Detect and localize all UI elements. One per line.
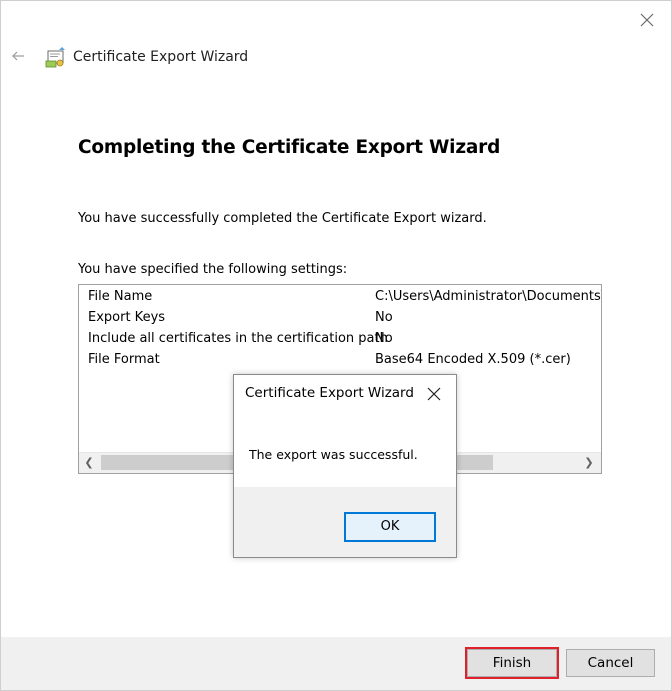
export-success-dialog: Certificate Export Wizard The export was… (233, 374, 457, 558)
completed-message: You have successfully completed the Cert… (78, 211, 487, 226)
certificate-icon (45, 47, 65, 68)
settings-row-file-name: File Name C:\Users\Administrator\Documen… (79, 287, 601, 307)
dialog-message: The export was successful. (249, 447, 418, 462)
dialog-footer: OK (234, 487, 456, 557)
setting-key: Include all certificates in the certific… (88, 331, 388, 346)
close-icon[interactable] (637, 10, 657, 30)
chevron-left-icon[interactable]: ❮ (79, 453, 99, 473)
page-heading: Completing the Certificate Export Wizard (78, 137, 501, 158)
back-arrow-icon[interactable] (11, 49, 27, 63)
setting-key: Export Keys (88, 310, 166, 325)
setting-value: C:\Users\Administrator\Documents\m (375, 289, 602, 304)
setting-key: File Format (88, 352, 160, 367)
dialog-title: Certificate Export Wizard (245, 385, 414, 401)
settings-row-include-certs: Include all certificates in the certific… (79, 329, 601, 349)
settings-row-file-format: File Format Base64 Encoded X.509 (*.cer) (79, 350, 601, 370)
chevron-right-icon[interactable]: ❯ (579, 453, 599, 473)
cancel-button[interactable]: Cancel (566, 649, 655, 677)
ok-button[interactable]: OK (344, 512, 436, 542)
finish-button[interactable]: Finish (465, 647, 559, 679)
settings-row-export-keys: Export Keys No (79, 308, 601, 328)
close-icon[interactable] (426, 386, 442, 402)
wizard-title: Certificate Export Wizard (73, 49, 249, 65)
setting-value: No (375, 310, 393, 325)
wizard-window: Certificate Export Wizard Completing the… (0, 0, 672, 691)
settings-label: You have specified the following setting… (78, 262, 348, 277)
setting-value: Base64 Encoded X.509 (*.cer) (375, 352, 571, 367)
setting-value: No (375, 331, 393, 346)
setting-key: File Name (88, 289, 153, 304)
